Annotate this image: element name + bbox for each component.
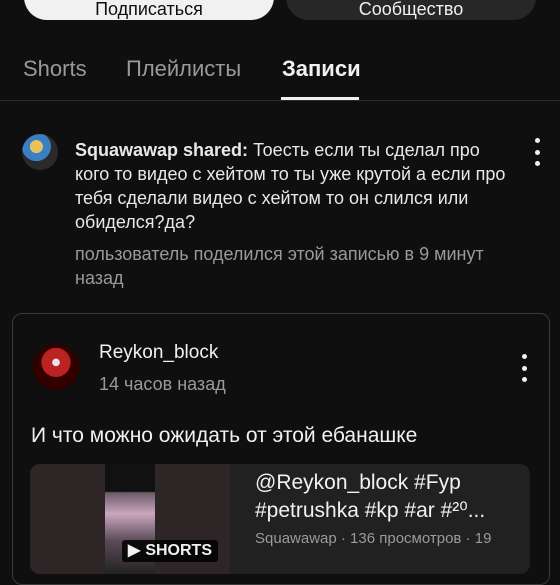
post-author[interactable]: Reykon_block	[99, 342, 218, 364]
post-text: И что можно ожидать от этой ебанашке	[31, 424, 418, 447]
shorts-icon: ▶	[128, 542, 141, 559]
tab-posts[interactable]: Записи	[282, 56, 361, 82]
avatar[interactable]	[33, 344, 79, 390]
shared-post-author[interactable]: Squawawap shared:	[75, 140, 248, 160]
more-vert-icon[interactable]	[532, 138, 542, 166]
channel-tabs: Shorts Плейлисты Записи	[0, 48, 560, 101]
active-tab-indicator	[281, 97, 359, 100]
tab-playlists[interactable]: Плейлисты	[126, 56, 241, 82]
shorts-badge-label: SHORTS	[145, 542, 212, 559]
post-time: 14 часов назад	[99, 374, 226, 394]
shared-post-meta: пользователь поделился этой записью в 9 …	[75, 244, 484, 288]
shorts-badge: ▶ SHORTS	[122, 540, 218, 562]
tab-shorts[interactable]: Shorts	[23, 56, 87, 82]
subscribe-button[interactable]: Подписаться	[24, 0, 274, 20]
shared-post-text: Squawawap shared: Тоесть если ты сделал …	[75, 138, 515, 234]
video-thumbnail[interactable]: ▶ SHORTS	[30, 464, 230, 574]
attached-video[interactable]: ▶ SHORTS @Reykon_block #Fyp #petrushka #…	[30, 464, 530, 574]
channel-action-buttons: Подписаться Сообщество	[0, 0, 560, 30]
more-vert-icon[interactable]	[519, 354, 529, 382]
community-button[interactable]: Сообщество	[286, 0, 536, 20]
avatar[interactable]	[22, 134, 58, 170]
original-post-card: Reykon_block 14 часов назад И что можно …	[12, 313, 550, 585]
video-title[interactable]: @Reykon_block #Fyp #petrushka #kp #ar #²…	[255, 469, 515, 525]
video-meta: Squawawap · 136 просмотров · 19	[255, 530, 492, 547]
